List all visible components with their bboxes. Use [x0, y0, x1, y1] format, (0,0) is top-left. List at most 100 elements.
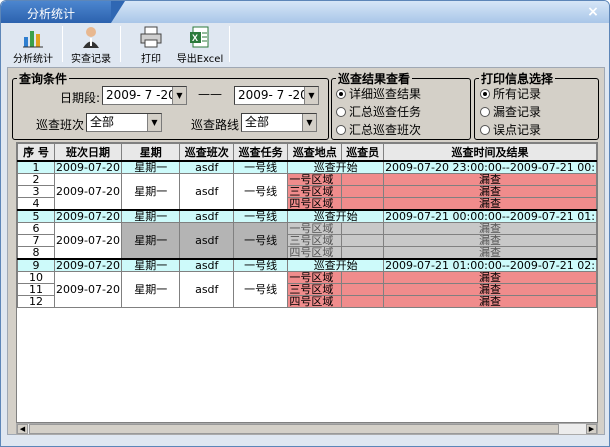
export-excel-button[interactable]: X 导出Excel	[175, 23, 225, 65]
radio-dot[interactable]	[336, 89, 346, 99]
table-row[interactable]: 2 2009-07-20 星期一 asdf 一号线 一号区域 漏查	[17, 173, 597, 211]
route-select[interactable]: 全部 ▼	[241, 113, 317, 132]
task-cell[interactable]: 一号线	[233, 222, 289, 260]
analysis-button[interactable]: 分析统计	[7, 23, 59, 65]
row-number-cell[interactable]: 12	[17, 295, 56, 308]
time-result-cell[interactable]: 漏查	[383, 222, 597, 235]
time-result-cell[interactable]: 漏查	[383, 234, 597, 247]
row-number-cell[interactable]: 6	[17, 222, 56, 235]
row-number-cell[interactable]: 5	[17, 209, 56, 223]
inspector-cell[interactable]	[341, 234, 385, 247]
row-number-cell[interactable]: 1	[17, 160, 56, 174]
shift-date-cell[interactable]: 2009-07-20	[54, 173, 122, 211]
table-row-start[interactable]: 5 2009-07-20 星期一 asdf 一号线 巡查开始 2009-07-21 00:0…	[17, 209, 597, 223]
location-cell[interactable]: 巡查开始	[287, 258, 385, 272]
weekday-cell[interactable]: 星期一	[120, 271, 181, 308]
weekday-cell[interactable]: 星期一	[120, 258, 181, 272]
scroll-right-icon[interactable]: ▶	[586, 424, 597, 434]
shift-date-cell[interactable]: 2009-07-20	[54, 258, 122, 272]
location-cell[interactable]: 三号区域	[287, 283, 343, 296]
column-header[interactable]: 巡查时间及结果	[383, 143, 597, 162]
task-cell[interactable]: 一号线	[233, 271, 289, 308]
shift-cell[interactable]: asdf	[179, 258, 235, 272]
location-cell[interactable]: 四号区域	[287, 295, 343, 308]
time-result-cell[interactable]: 2009-07-20 23:00:00--2009-07-21 00:	[383, 160, 597, 174]
row-number-cell[interactable]: 3	[17, 185, 56, 198]
shift-select[interactable]: 全部 ▼	[86, 113, 162, 132]
shift-date-cell[interactable]: 2009-07-20	[54, 209, 122, 223]
close-button[interactable]: ×	[585, 4, 601, 20]
inspector-cell[interactable]	[341, 173, 385, 186]
column-header[interactable]: 序 号	[17, 143, 56, 162]
weekday-cell[interactable]: 星期一	[120, 209, 181, 223]
date-to-picker[interactable]: 2009- 7 -20 ▼	[234, 86, 319, 105]
location-cell[interactable]: 一号区域	[287, 173, 343, 186]
radio-dot[interactable]	[336, 125, 346, 135]
inspector-cell[interactable]	[341, 185, 385, 198]
radio-wrong-records[interactable]: 误点记录	[480, 121, 541, 138]
column-header[interactable]: 巡查班次	[179, 143, 235, 162]
title-bar[interactable]: 分析统计 ×	[1, 1, 609, 23]
task-cell[interactable]: 一号线	[233, 160, 289, 174]
task-cell[interactable]: 一号线	[233, 258, 289, 272]
location-cell[interactable]: 三号区域	[287, 234, 343, 247]
inspector-cell[interactable]	[341, 295, 385, 308]
shift-date-cell[interactable]: 2009-07-20	[54, 271, 122, 308]
radio-all-records[interactable]: 所有记录	[480, 85, 541, 102]
table-row[interactable]: 6 2009-07-20 星期一 asdf 一号线 一号区域 漏查	[17, 222, 597, 260]
time-result-cell[interactable]: 漏查	[383, 283, 597, 296]
time-result-cell[interactable]: 漏查	[383, 197, 597, 211]
table-row-start[interactable]: 9 2009-07-20 星期一 asdf 一号线 巡查开始 2009-07-21 01:0…	[17, 258, 597, 272]
radio-dot[interactable]	[480, 89, 490, 99]
shift-cell[interactable]: asdf	[179, 173, 235, 211]
radio-missed-records[interactable]: 漏查记录	[480, 103, 541, 120]
radio-summary-shifts[interactable]: 汇总巡查班次	[336, 121, 421, 138]
weekday-cell[interactable]: 星期一	[120, 173, 181, 211]
inspector-cell[interactable]	[341, 283, 385, 296]
row-number-cell[interactable]: 10	[17, 271, 56, 284]
time-result-cell[interactable]: 漏查	[383, 173, 597, 186]
inspection-record-button[interactable]: 实查记录	[65, 23, 117, 65]
inspector-cell[interactable]	[341, 197, 385, 211]
scroll-left-icon[interactable]: ◀	[17, 424, 28, 434]
row-number-cell[interactable]: 7	[17, 234, 56, 247]
location-cell[interactable]: 三号区域	[287, 185, 343, 198]
chevron-down-icon[interactable]: ▼	[147, 114, 161, 131]
shift-cell[interactable]: asdf	[179, 160, 235, 174]
weekday-cell[interactable]: 星期一	[120, 222, 181, 260]
time-result-cell[interactable]: 漏查	[383, 295, 597, 308]
chevron-down-icon[interactable]: ▼	[302, 114, 316, 131]
column-header[interactable]: 巡查任务	[233, 143, 289, 162]
location-cell[interactable]: 四号区域	[287, 246, 343, 260]
chevron-down-icon[interactable]: ▼	[304, 87, 318, 104]
inspector-cell[interactable]	[341, 271, 385, 284]
inspector-cell[interactable]	[341, 246, 385, 260]
date-from-picker[interactable]: 2009- 7 -20 ▼	[102, 86, 187, 105]
results-grid[interactable]: 序 号 班次日期 星期 巡查班次 巡查任务 巡查地点 巡查员 巡查时间及结果 1…	[16, 142, 598, 423]
shift-cell[interactable]: asdf	[179, 209, 235, 223]
row-number-cell[interactable]: 11	[17, 283, 56, 296]
radio-summary-tasks[interactable]: 汇总巡查任务	[336, 103, 421, 120]
time-result-cell[interactable]: 2009-07-21 01:00:00--2009-07-21 02:	[383, 258, 597, 272]
scrollbar-thumb[interactable]	[29, 424, 559, 434]
radio-dot[interactable]	[480, 107, 490, 117]
task-cell[interactable]: 一号线	[233, 209, 289, 223]
radio-dot[interactable]	[480, 125, 490, 135]
shift-cell[interactable]: asdf	[179, 271, 235, 308]
location-cell[interactable]: 巡查开始	[287, 209, 385, 223]
horizontal-scrollbar[interactable]: ◀ ▶	[16, 423, 598, 435]
column-header[interactable]: 巡查员	[341, 143, 385, 162]
chevron-down-icon[interactable]: ▼	[172, 87, 186, 104]
table-row[interactable]: 10 2009-07-20 星期一 asdf 一号线 一号区域 漏查	[17, 271, 597, 308]
radio-detailed-results[interactable]: 详细巡查结果	[336, 85, 421, 102]
row-number-cell[interactable]: 8	[17, 246, 56, 260]
column-header[interactable]: 星期	[120, 143, 181, 162]
column-header[interactable]: 巡查地点	[287, 143, 343, 162]
time-result-cell[interactable]: 漏查	[383, 271, 597, 284]
shift-date-cell[interactable]: 2009-07-20	[54, 160, 122, 174]
time-result-cell[interactable]: 漏查	[383, 185, 597, 198]
time-result-cell[interactable]: 漏查	[383, 246, 597, 260]
radio-dot[interactable]	[336, 107, 346, 117]
row-number-cell[interactable]: 4	[17, 197, 56, 211]
location-cell[interactable]: 一号区域	[287, 222, 343, 235]
